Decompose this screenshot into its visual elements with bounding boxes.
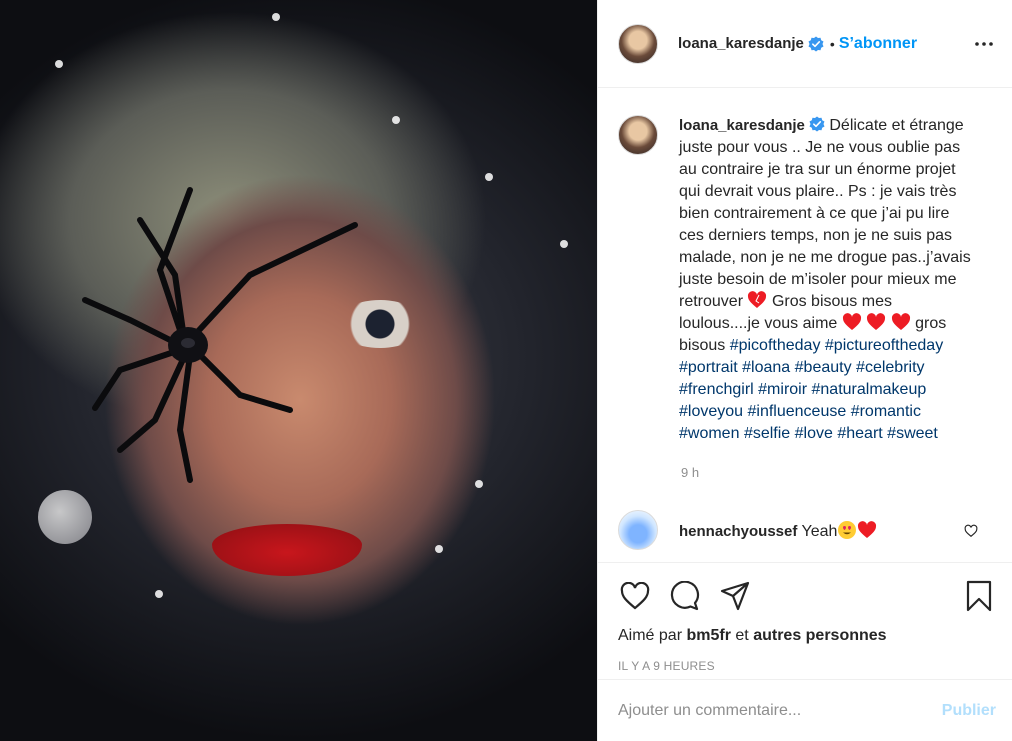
hashtag-link[interactable]: #romantic — [851, 403, 921, 420]
snow-dot — [475, 480, 483, 488]
heart-emoji-icon — [842, 313, 861, 330]
bookmark-icon[interactable] — [962, 579, 996, 613]
actions-bar: Aimé par bm5fr et autres personnes IL Y … — [598, 562, 1012, 673]
hashtag-link[interactable]: #loana — [742, 359, 790, 376]
caption-text: loana_karesdanje Délicate et étrange jus… — [679, 115, 975, 445]
red-lips — [212, 524, 362, 576]
caption-username[interactable]: loana_karesdanje — [679, 117, 805, 134]
snow-dot — [392, 116, 400, 124]
comment-body: hennachyoussef Yeah — [679, 520, 877, 541]
caption: loana_karesdanje Délicate et étrange jus… — [618, 115, 996, 445]
likes-user-link[interactable]: bm5fr — [686, 627, 730, 644]
post-details-panel: loana_karesdanje • S’abonner loana_kares… — [597, 0, 1012, 741]
hashtag-link[interactable]: #influenceuse — [748, 403, 847, 420]
verified-badge-icon — [809, 116, 825, 132]
hashtag-link[interactable]: #love — [795, 425, 833, 442]
hashtag-link[interactable]: #heart — [837, 425, 882, 442]
hashtag-link[interactable]: #sweet — [887, 425, 938, 442]
commenter-username[interactable]: hennachyoussef — [679, 523, 797, 540]
post-time-ago[interactable]: IL Y A 9 HEURES — [618, 659, 996, 673]
hashtag-link[interactable]: #naturalmakeup — [812, 381, 927, 398]
heart-emoji-icon — [867, 313, 886, 330]
add-comment-form: Publier — [598, 679, 1012, 741]
separator-dot: • — [829, 35, 835, 52]
likes-connector: et — [735, 627, 749, 644]
hashtag-link[interactable]: #loveyou — [679, 403, 743, 420]
hashtag-link[interactable]: #pictureoftheday — [825, 337, 943, 354]
comment-text: Yeah — [801, 522, 838, 540]
hashtag-link[interactable]: #miroir — [758, 381, 807, 398]
caption-body-part1: Délicate et étrange juste pour vous .. J… — [679, 117, 971, 310]
heart-emoji-icon — [891, 313, 910, 330]
snow-dot — [560, 240, 568, 248]
hashtag-link[interactable]: #portrait — [679, 359, 738, 376]
likes-others-link[interactable]: autres personnes — [753, 627, 886, 644]
paper-plane-icon[interactable] — [718, 579, 752, 613]
caption-timestamp[interactable]: 9 h — [681, 465, 996, 480]
heart-eyes-emoji-icon — [838, 520, 857, 539]
comment-bubble-icon[interactable] — [668, 579, 702, 613]
snow-dot — [272, 13, 280, 21]
author-avatar[interactable] — [618, 23, 658, 64]
snow-dot — [155, 590, 163, 598]
moon-decoration — [38, 490, 92, 544]
post-header: loana_karesdanje • S’abonner — [598, 0, 1012, 88]
heart-emoji-icon — [858, 520, 877, 538]
verified-badge-icon — [808, 36, 824, 51]
heart-emoji-icon — [748, 291, 767, 308]
snow-dot — [485, 173, 493, 181]
action-icons-row — [618, 579, 996, 613]
hashtag-link[interactable]: #picoftheday — [730, 337, 821, 354]
publish-button[interactable]: Publier — [942, 702, 996, 720]
comment-item: hennachyoussef Yeah — [618, 510, 996, 550]
comments-section[interactable]: loana_karesdanje Délicate et étrange jus… — [598, 89, 1012, 561]
likes-prefix: Aimé par — [618, 627, 683, 644]
hashtag-link[interactable]: #beauty — [795, 359, 852, 376]
follow-button[interactable]: S’abonner — [839, 35, 917, 53]
caption-avatar[interactable] — [618, 115, 658, 155]
hashtag-link[interactable]: #frenchgirl — [679, 381, 754, 398]
commenter-avatar[interactable] — [618, 510, 658, 550]
likes-summary: Aimé par bm5fr et autres personnes — [618, 627, 996, 645]
more-options-icon[interactable] — [972, 32, 996, 56]
snow-dot — [55, 60, 63, 68]
hashtag-link[interactable]: #celebrity — [856, 359, 924, 376]
snow-dot — [435, 545, 443, 553]
hashtag-link[interactable]: #selfie — [744, 425, 790, 442]
spider-filter — [82, 187, 358, 483]
hashtag-link[interactable]: #women — [679, 425, 739, 442]
author-username[interactable]: loana_karesdanje — [678, 35, 804, 52]
heart-outline-icon[interactable] — [618, 579, 652, 613]
comment-like-icon[interactable] — [964, 524, 978, 538]
comment-input[interactable] — [618, 701, 942, 720]
post-photo[interactable] — [0, 0, 597, 741]
